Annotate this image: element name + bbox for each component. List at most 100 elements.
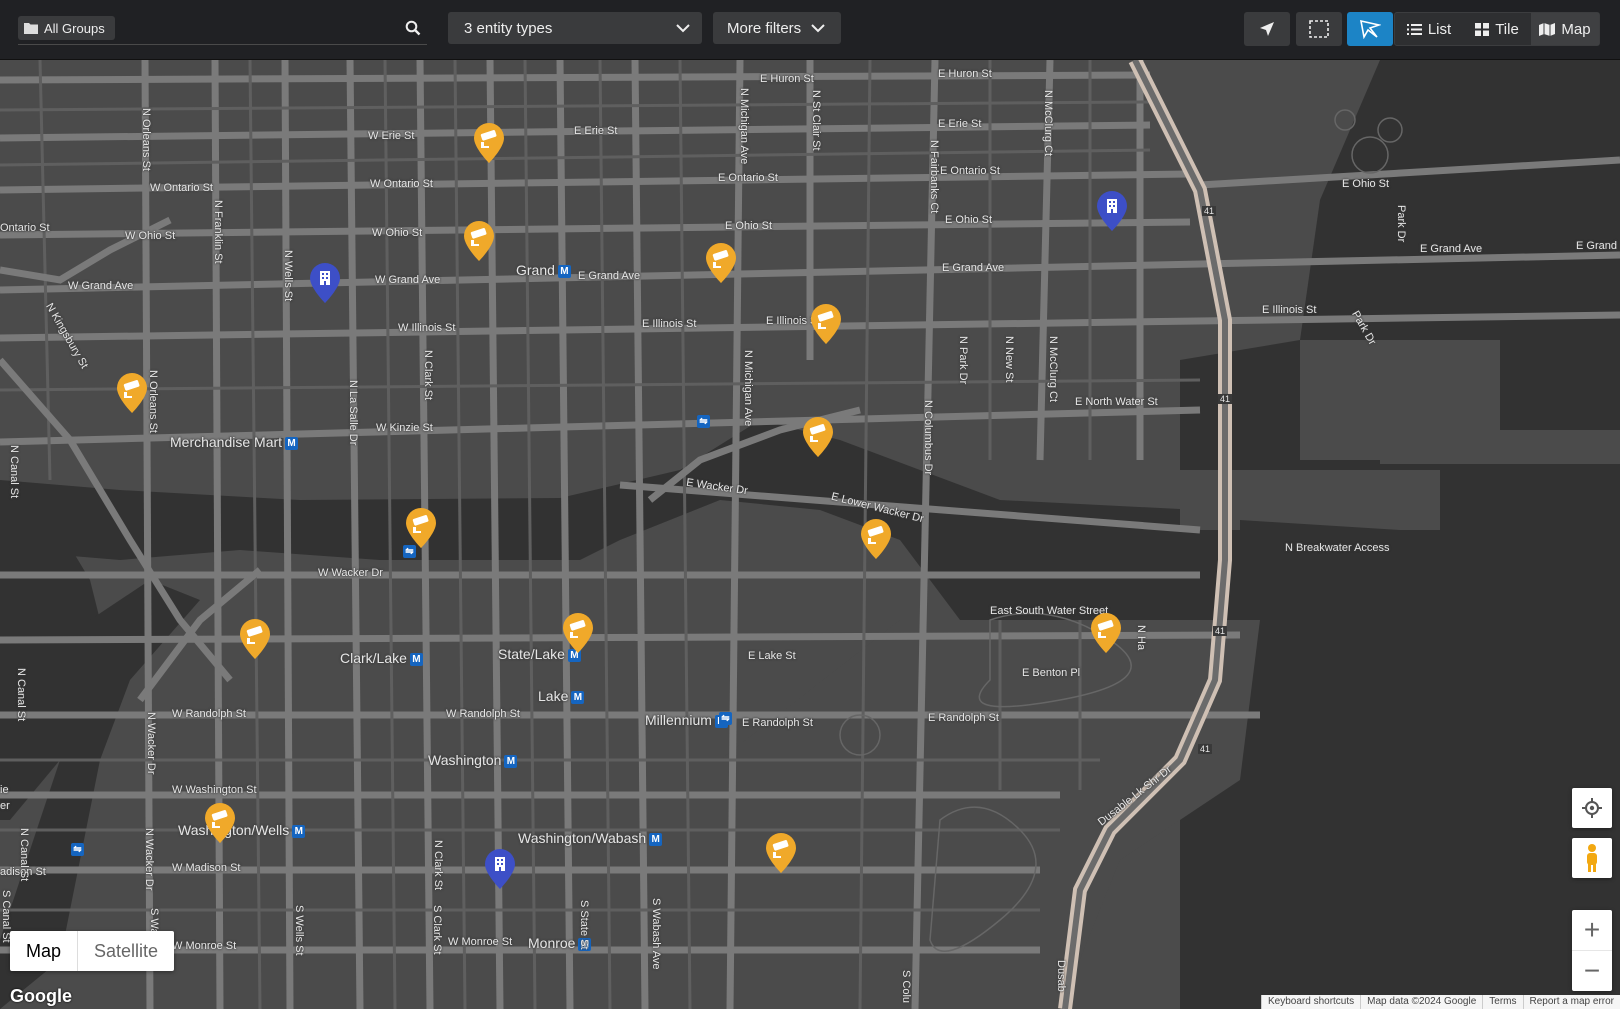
security-camera-icon [406, 508, 436, 548]
chevron-down-icon [811, 23, 825, 32]
security-camera-icon [766, 833, 796, 873]
street-label: S Wabash Ave [650, 898, 662, 970]
street-label: W Randolph St [172, 708, 246, 720]
map-type-control: Map Satellite [10, 931, 175, 971]
map-view-label: Map [1561, 20, 1591, 38]
entity-type-dropdown[interactable]: 3 entity types [448, 12, 702, 44]
list-icon [1406, 23, 1422, 35]
station-label: Clark/Lake M [340, 650, 423, 666]
street-label: W Erie St [368, 130, 415, 142]
camera-marker[interactable] [561, 612, 595, 654]
list-view-label: List [1427, 20, 1452, 38]
security-camera-icon [464, 221, 494, 261]
highway-shield: 41 [1198, 744, 1213, 754]
street-label: W Ontario St [370, 178, 433, 190]
street-label: E Huron St [760, 73, 814, 85]
map-view-button[interactable]: Map [1531, 13, 1599, 45]
building-icon [485, 849, 515, 889]
map-canvas[interactable]: E Huron St E Huron St W Erie St E Erie S… [0, 60, 1620, 1009]
camera-marker[interactable] [404, 507, 438, 549]
keyboard-shortcuts-link[interactable]: Keyboard shortcuts [1260, 995, 1360, 1009]
street-view-pegman-button[interactable] [1572, 838, 1612, 878]
map-type-satellite-button[interactable]: Satellite [77, 931, 174, 971]
street-label: W Ohio St [125, 230, 176, 242]
street-label: N Wacker Dr [145, 712, 157, 775]
street-label: Dusab [1055, 960, 1067, 992]
building-marker[interactable] [1095, 190, 1129, 232]
terms-link[interactable]: Terms [1482, 995, 1522, 1009]
security-camera-icon [1091, 613, 1121, 653]
street-label: Park Dr [1395, 205, 1407, 243]
street-label: W Kinzie St [376, 422, 433, 434]
camera-marker[interactable] [859, 518, 893, 560]
street-label: N Ha [1135, 625, 1147, 651]
street-label: E Ohio St [1342, 178, 1390, 190]
camera-marker[interactable] [704, 242, 738, 284]
street-label: E Huron St [938, 68, 992, 80]
recenter-button[interactable] [1572, 788, 1612, 828]
lasso-select-button[interactable] [1347, 12, 1393, 46]
report-error-link[interactable]: Report a map error [1522, 995, 1620, 1009]
street-label: E Ohio St [945, 214, 993, 226]
station-label: Grand M [516, 262, 571, 278]
more-filters-dropdown[interactable]: More filters [713, 12, 841, 44]
station-label: Washington M [428, 752, 518, 768]
group-chip[interactable]: All Groups [18, 16, 115, 40]
highway-shield: 41 [1213, 626, 1228, 636]
rectangle-select-button[interactable] [1296, 12, 1342, 46]
street-label: S Wells St [293, 905, 305, 956]
dashed-rectangle-icon [1309, 20, 1329, 38]
street-label: W Grand Ave [68, 280, 134, 292]
camera-marker[interactable] [764, 832, 798, 874]
camera-marker[interactable] [203, 802, 237, 844]
street-label: W Monroe St [172, 940, 237, 952]
street-label: N St Clair St [810, 90, 822, 151]
street-label: N Fairbanks Ct [928, 140, 940, 214]
highway-shield: 41 [1202, 206, 1217, 216]
street-label: N Franklin St [212, 200, 224, 264]
map-icon [1539, 22, 1556, 36]
camera-marker[interactable] [115, 372, 149, 414]
street-label: N Canal St [8, 445, 20, 499]
street-label: E Randolph St [742, 717, 813, 729]
security-camera-icon [117, 373, 147, 413]
station-label: Merchandise Mart M [170, 434, 299, 450]
street-label: N New St [1003, 336, 1015, 383]
building-marker[interactable] [483, 848, 517, 890]
street-label: W Ohio St [372, 227, 423, 239]
map-type-map-button[interactable]: Map [10, 931, 77, 971]
zoom-in-button[interactable]: + [1572, 910, 1612, 951]
camera-marker[interactable] [801, 416, 835, 458]
street-label: E Illinois St [642, 318, 697, 330]
locate-button[interactable] [1244, 12, 1290, 46]
train-station-icon: ⇋ [68, 843, 84, 856]
camera-marker[interactable] [472, 122, 506, 164]
zoom-out-button[interactable]: − [1572, 951, 1612, 991]
map-attribution: Keyboard shortcuts Map data ©2024 Google… [1260, 995, 1620, 1009]
camera-marker[interactable] [462, 220, 496, 262]
map-base-layer [0, 60, 1620, 1009]
street-label: N Orleans St [140, 108, 152, 171]
entity-type-value: 3 entity types [464, 19, 553, 37]
camera-marker[interactable] [238, 618, 272, 660]
street-label: S Clark St [431, 905, 443, 955]
group-search-field[interactable]: All Groups [18, 10, 427, 45]
camera-marker[interactable] [1089, 612, 1123, 654]
google-logo: Google [10, 986, 72, 1006]
street-label: ie [0, 784, 9, 796]
zoom-control: + − [1572, 910, 1612, 991]
top-toolbar: All Groups 3 entity types More filters L… [0, 0, 1620, 60]
street-label: W Illinois St [398, 322, 456, 334]
street-label: N Clark St [422, 350, 434, 401]
tile-view-label: Tile [1495, 20, 1519, 38]
tile-view-button[interactable]: Tile [1463, 13, 1531, 45]
street-label: N La Salle Dr [347, 380, 359, 446]
security-camera-icon [474, 123, 504, 163]
search-icon[interactable] [405, 20, 421, 36]
building-marker[interactable] [308, 262, 342, 304]
street-label: E Grand [1576, 240, 1617, 252]
camera-marker[interactable] [809, 303, 843, 345]
street-label: E Ontario St [718, 172, 778, 184]
list-view-button[interactable]: List [1395, 13, 1463, 45]
street-label: E Grand Ave [1420, 243, 1483, 255]
